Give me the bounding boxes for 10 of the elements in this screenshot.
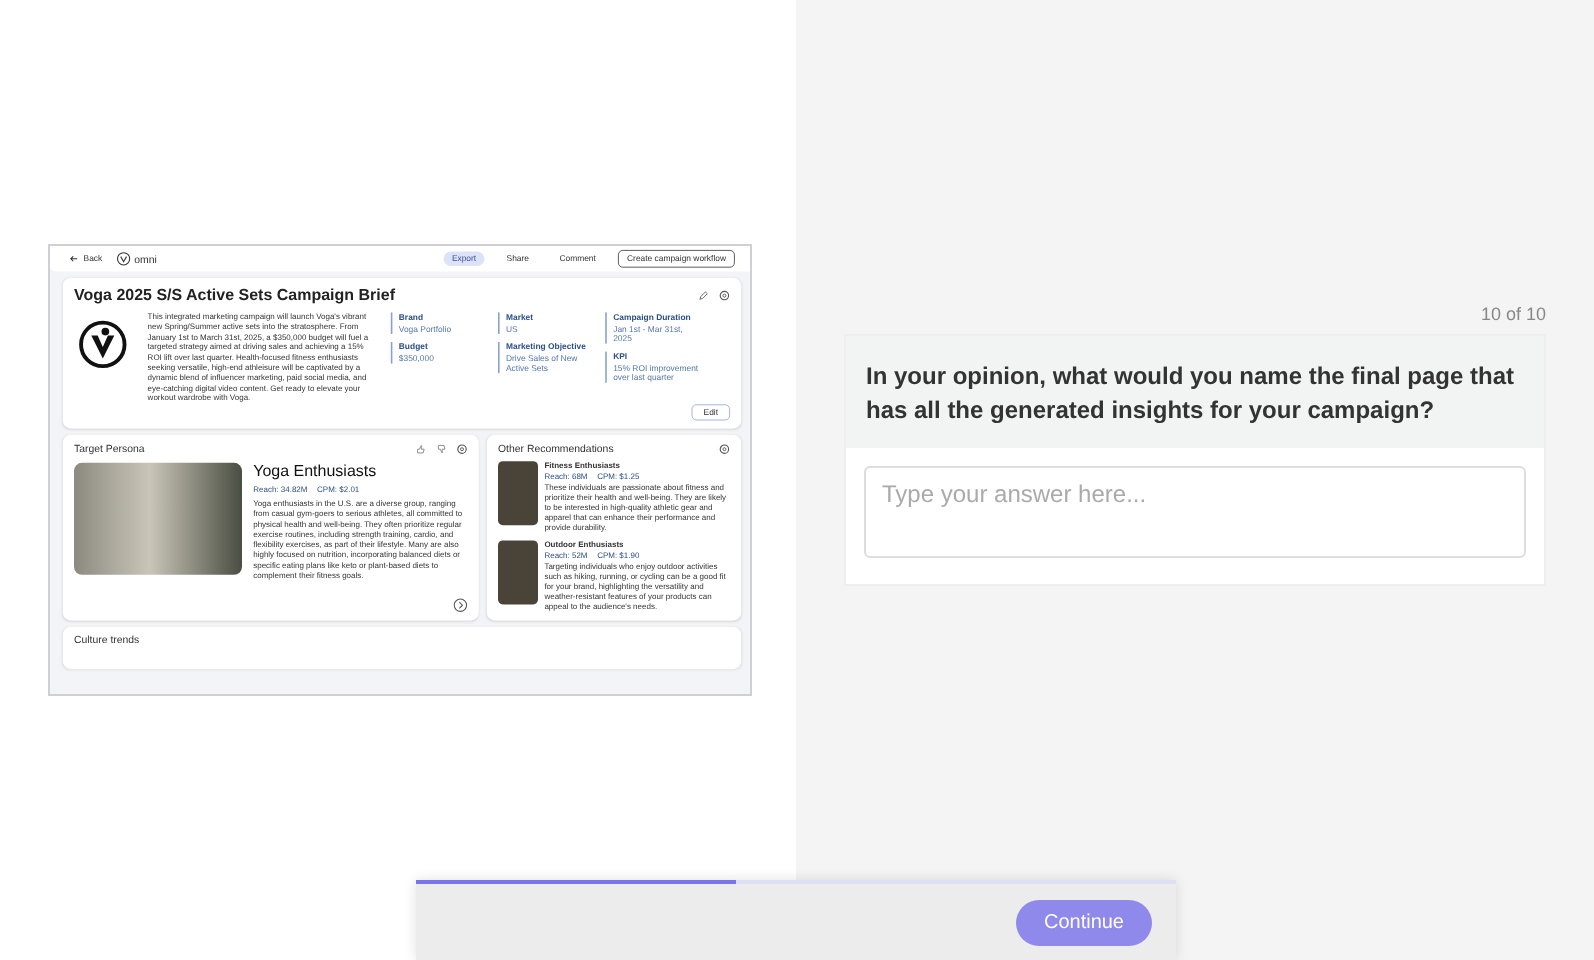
photo-placeholder: [498, 461, 538, 526]
persona-name: Yoga Enthusiasts: [253, 462, 379, 482]
question-counter: 10 of 10: [1478, 304, 1546, 324]
recommendation-item[interactable]: [498, 540, 730, 613]
question-text: In your opinion, what would you name the final page that has all the generated insights for your campaign?: [866, 360, 1517, 428]
recommendation-item[interactable]: [498, 461, 730, 534]
brief-title: Voga 2025 S/S Active Sets Campaign Brief: [74, 286, 395, 305]
brand-logo-icon: [77, 318, 129, 370]
answer-field[interactable]: Type your answer here...: [864, 465, 1526, 558]
photo-placeholder: [498, 540, 538, 605]
